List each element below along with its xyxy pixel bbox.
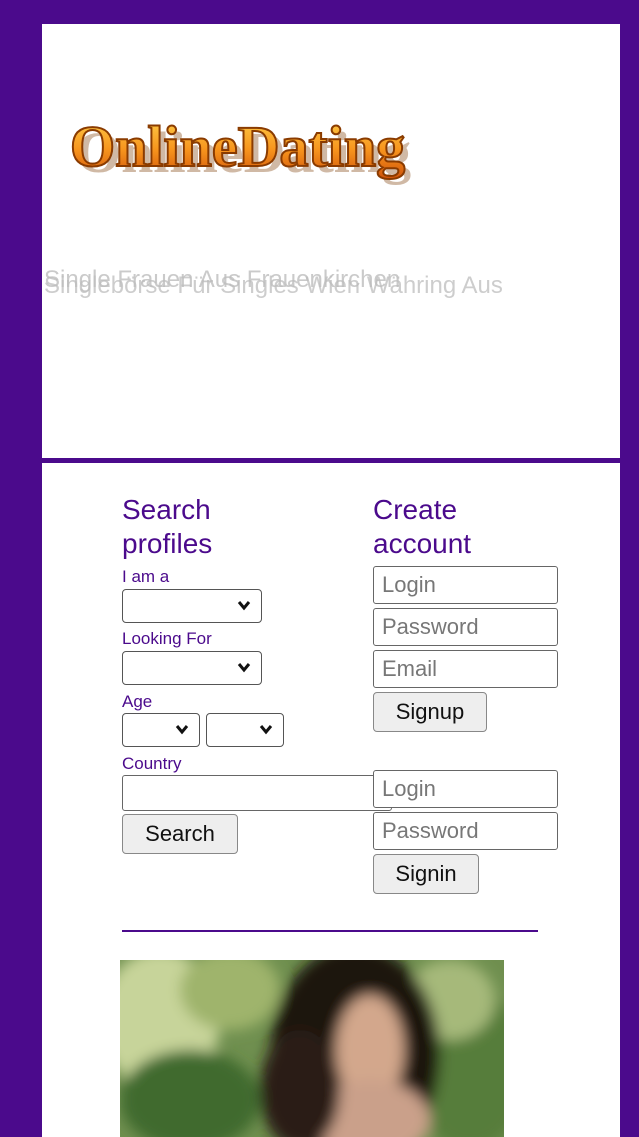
search-profiles-heading: Search profiles — [122, 494, 213, 559]
country-input[interactable] — [122, 775, 392, 811]
i-am-label: I am a — [122, 567, 170, 586]
age-min-select[interactable] — [122, 713, 200, 747]
looking-for-select[interactable] — [122, 651, 262, 685]
profile-photo[interactable] — [120, 960, 504, 1137]
signup-button[interactable]: Signup — [373, 692, 487, 732]
header-panel — [42, 24, 620, 458]
signup-email-input[interactable] — [373, 650, 558, 688]
svg-text:OnlineDating: OnlineDating — [70, 114, 405, 179]
country-label: Country — [122, 754, 182, 773]
ghost-title: Single Frauen Aus Frauenkirchen Singlebö… — [42, 262, 620, 302]
signin-password-input[interactable] — [373, 812, 558, 850]
chevron-down-icon — [175, 725, 189, 735]
age-label: Age — [122, 692, 153, 711]
signup-login-input[interactable] — [373, 566, 558, 604]
signin-button[interactable]: Signin — [373, 854, 479, 894]
signup-password-input[interactable] — [373, 608, 558, 646]
ghost-title-line-2: Singlebörse Für Singles Wien Währing Aus — [44, 272, 503, 299]
search-button[interactable]: Search — [122, 814, 238, 854]
looking-for-label: Looking For — [122, 629, 212, 648]
chevron-down-icon — [237, 663, 251, 673]
site-logo[interactable]: OnlineDating OnlineDating — [64, 110, 504, 190]
create-account-heading: Create account — [373, 494, 472, 559]
signin-login-input[interactable] — [373, 770, 558, 808]
chevron-down-icon — [237, 601, 251, 611]
chevron-down-icon — [259, 725, 273, 735]
i-am-select[interactable] — [122, 589, 262, 623]
age-max-select[interactable] — [206, 713, 284, 747]
divider — [122, 930, 538, 932]
